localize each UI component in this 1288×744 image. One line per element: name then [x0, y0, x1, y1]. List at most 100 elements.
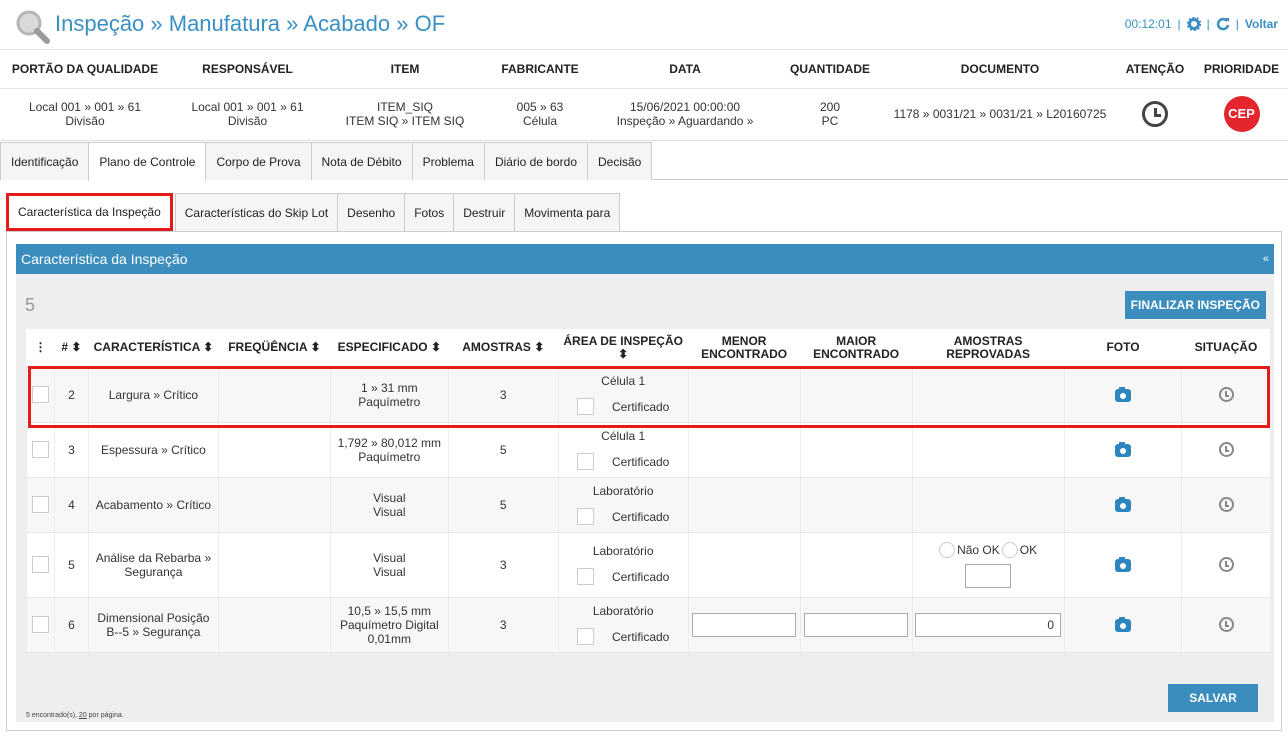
- inspection-panel: Característica da Inspeção « 5 FINALIZAR…: [6, 231, 1282, 731]
- back-link[interactable]: Voltar: [1245, 17, 1278, 31]
- radio-ok[interactable]: [1001, 541, 1018, 558]
- clock-icon: [1218, 387, 1234, 403]
- menor-encontrado-input[interactable]: [692, 612, 797, 637]
- gear-icon[interactable]: [1186, 17, 1201, 31]
- atencao-value: [1115, 88, 1195, 141]
- reprovadas-input[interactable]: [965, 563, 1012, 588]
- portao-value: Local 001 » 001 » 61 Divisão: [0, 88, 170, 141]
- camera-icon[interactable]: [1115, 556, 1132, 572]
- tab-desenho[interactable]: Desenho: [337, 193, 406, 231]
- col-prioridade: PRIORIDADE: [1195, 50, 1288, 89]
- col-menor: MENOR ENCONTRADO: [688, 329, 801, 368]
- row-caracteristica: Largura » Crítico: [87, 367, 219, 423]
- row-area: Laboratório Certificado: [557, 477, 689, 533]
- row-especificado: 1 » 31 mm Paquímetro: [329, 367, 449, 423]
- row-num: 6: [53, 597, 89, 653]
- tab-destruir[interactable]: Destruir: [453, 193, 516, 231]
- table-row: 6 Dimensional Posição B--5 » Segurança 1…: [26, 597, 1270, 653]
- row-num: 5: [53, 532, 89, 598]
- tab-identificacao[interactable]: Identificação: [0, 142, 90, 180]
- top-actions: 00:12:01 | | | Voltar: [1125, 17, 1278, 31]
- camera-icon[interactable]: [1115, 616, 1132, 632]
- col-atencao: ATENÇÃO: [1115, 50, 1195, 89]
- radio-nao-ok[interactable]: [939, 541, 956, 558]
- tab-plano-de-controle[interactable]: Plano de Controle: [88, 142, 207, 181]
- row-num: 4: [53, 477, 89, 533]
- col-area[interactable]: ÁREA DE INSPEÇÃO ⬍: [558, 329, 689, 368]
- page-size-link[interactable]: 20: [79, 712, 87, 719]
- col-amostras[interactable]: AMOSTRAS ⬍: [448, 329, 559, 368]
- row-caracteristica: Espessura » Crítico: [87, 422, 219, 478]
- row-num: 2: [53, 367, 89, 423]
- col-caracteristica[interactable]: CARACTERÍSTICA ⬍: [88, 329, 219, 368]
- responsavel-value: Local 001 » 001 » 61 Divisão: [170, 88, 325, 141]
- col-maior: MAIOR ENCONTRADO: [800, 329, 913, 368]
- tab-caracteristicas-skip-lot[interactable]: Características do Skip Lot: [174, 193, 339, 231]
- record-count: 5: [25, 295, 36, 315]
- col-responsavel: RESPONSÁVEL: [170, 50, 325, 89]
- certificado-checkbox[interactable]: [576, 453, 594, 470]
- row-checkbox[interactable]: [31, 616, 49, 633]
- search-icon: [16, 10, 50, 44]
- clock-icon: [1218, 442, 1234, 458]
- row-menor: [687, 422, 801, 478]
- pagination-info: 5 encontrado(s), 20 por página.: [26, 712, 124, 719]
- camera-icon[interactable]: [1115, 386, 1132, 402]
- row-checkbox[interactable]: [31, 441, 49, 458]
- tab-decisao[interactable]: Decisão: [587, 142, 653, 180]
- certificado-checkbox[interactable]: [576, 508, 594, 525]
- row-maior: [799, 367, 913, 423]
- row-reprovadas: [911, 367, 1065, 423]
- row-caracteristica: Dimensional Posição B--5 » Segurança: [87, 597, 219, 653]
- session-timer: 00:12:01: [1124, 17, 1172, 31]
- tab-problema[interactable]: Problema: [411, 142, 485, 180]
- fabricante-value: 005 » 63 Célula: [485, 88, 595, 141]
- row-caracteristica: Acabamento » Crítico: [87, 477, 219, 533]
- col-quantidade: QUANTIDADE: [775, 50, 885, 89]
- documento-value: 1178 » 0031/21 » 0031/21 » L20160725: [885, 88, 1115, 141]
- collapse-icon[interactable]: «: [1263, 253, 1269, 265]
- camera-icon[interactable]: [1115, 441, 1132, 457]
- inspection-info-table: PORTÃO DA QUALIDADE RESPONSÁVEL ITEM FAB…: [0, 50, 1288, 141]
- row-checkbox[interactable]: [31, 386, 49, 403]
- row-especificado: 10,5 » 15,5 mm Paquímetro Digital 0,01mm: [329, 597, 449, 653]
- row-area: Laboratório Certificado: [557, 532, 689, 598]
- prioridade-value: CEP: [1195, 88, 1288, 141]
- main-tabs: Identificação Plano de Controle Corpo de…: [0, 142, 1288, 181]
- row-amostras: 5: [447, 422, 559, 478]
- col-especificado[interactable]: ESPECIFICADO ⬍: [330, 329, 449, 368]
- data-value: 15/06/2021 00:00:00 Inspeção » Aguardando…: [595, 88, 775, 141]
- tab-nota-de-debito[interactable]: Nota de Débito: [310, 142, 413, 180]
- cep-badge: CEP: [1223, 96, 1260, 132]
- tab-diario-de-bordo[interactable]: Diário de bordo: [483, 142, 588, 180]
- col-fabricante: FABRICANTE: [485, 50, 595, 89]
- camera-icon[interactable]: [1115, 496, 1132, 512]
- row-caracteristica: Análise da Rebarba » Segurança: [87, 532, 219, 598]
- tab-caracteristica-da-inspecao[interactable]: Característica da Inspeção: [6, 193, 173, 231]
- row-reprovadas: [911, 422, 1065, 478]
- separator: |: [1235, 17, 1239, 31]
- clock-icon: [1218, 557, 1234, 573]
- row-area: Célula 1 Certificado: [557, 422, 689, 478]
- save-button[interactable]: SALVAR: [1168, 684, 1258, 712]
- maior-encontrado-input[interactable]: [804, 612, 909, 637]
- col-menu[interactable]: ⋮: [26, 329, 55, 368]
- row-amostras: 3: [447, 532, 559, 598]
- row-checkbox[interactable]: [31, 556, 49, 573]
- col-frequencia[interactable]: FREQÜÊNCIA ⬍: [218, 329, 331, 368]
- row-amostras: 3: [447, 367, 559, 423]
- col-num[interactable]: # ⬍: [54, 329, 89, 368]
- row-checkbox[interactable]: [31, 496, 49, 513]
- top-bar: Inspeção » Manufatura » Acabado » OF 00:…: [0, 0, 1288, 50]
- reprovadas-input[interactable]: 0: [915, 612, 1062, 637]
- certificado-checkbox[interactable]: [576, 398, 594, 415]
- panel-title: Característica da Inspeção: [21, 251, 188, 267]
- tab-corpo-de-prova[interactable]: Corpo de Prova: [205, 142, 312, 180]
- refresh-icon[interactable]: [1216, 17, 1230, 31]
- certificado-checkbox[interactable]: [576, 628, 594, 645]
- certificado-checkbox[interactable]: [576, 568, 594, 585]
- tab-movimenta-para[interactable]: Movimenta para: [514, 193, 621, 231]
- finalize-inspection-button[interactable]: FINALIZAR INSPEÇÃO: [1124, 291, 1266, 319]
- quantidade-value: 200 PC: [775, 88, 885, 141]
- tab-fotos[interactable]: Fotos: [404, 193, 455, 231]
